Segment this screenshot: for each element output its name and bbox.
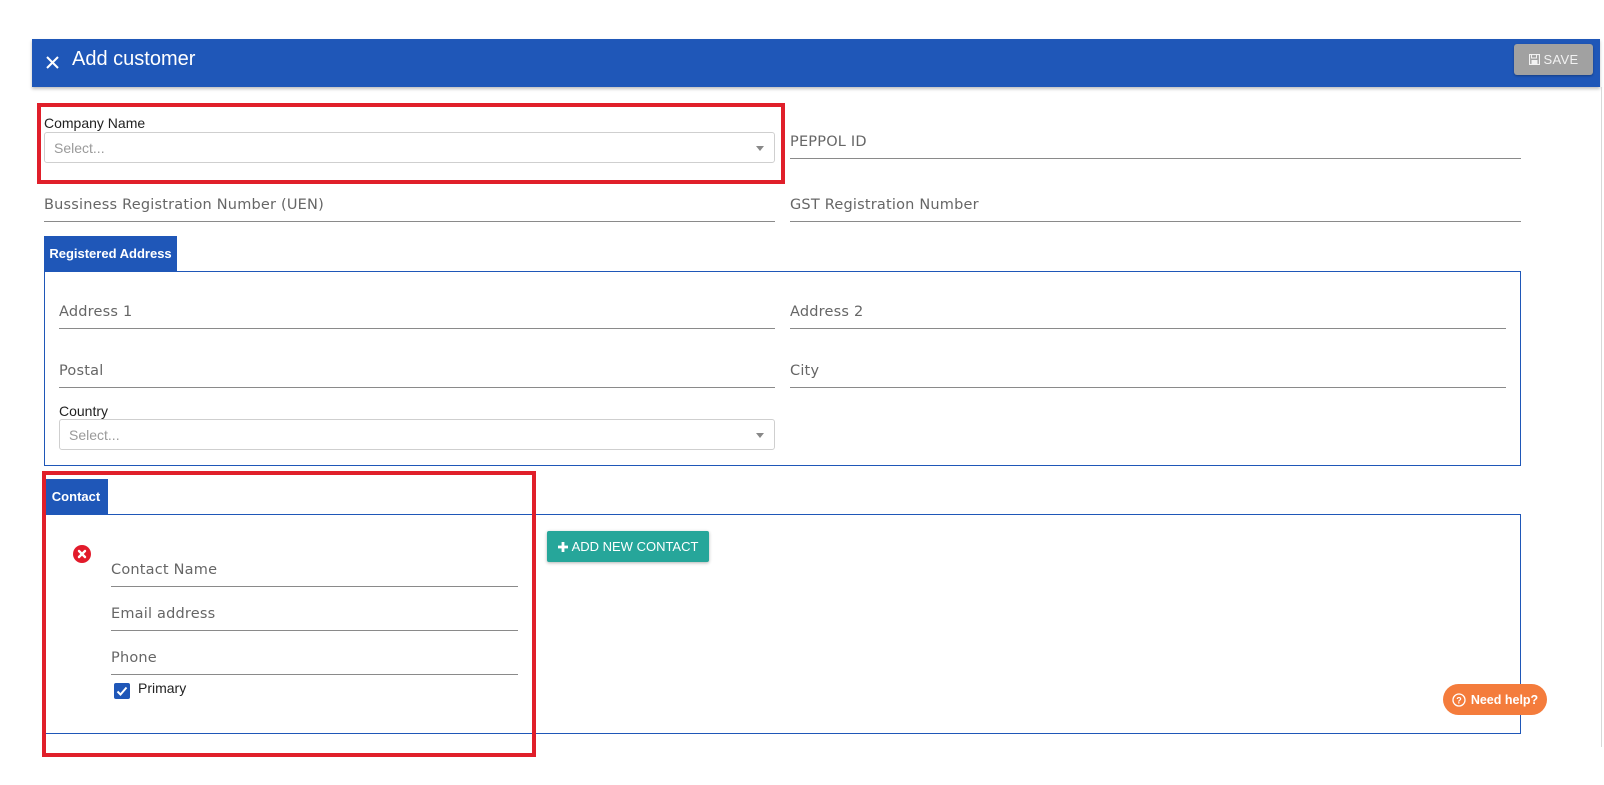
country-label: Country	[59, 403, 109, 419]
contact-highlight	[42, 471, 536, 757]
need-help-label: Need help?	[1470, 692, 1539, 707]
add-new-contact-label: ADD NEW CONTACT	[571, 539, 699, 554]
add-new-contact-button[interactable]: ADD NEW CONTACT	[547, 531, 709, 562]
save-button[interactable]: SAVE	[1514, 44, 1593, 75]
postal-label: Postal	[59, 363, 104, 379]
page-title: Add customer	[72, 48, 196, 70]
question-circle-icon: ?	[1452, 692, 1466, 707]
country-select[interactable]: Select...	[59, 419, 775, 450]
company-name-select[interactable]: Select...	[44, 132, 775, 163]
address1-label: Address 1	[59, 304, 133, 320]
postal-field[interactable]: Postal	[59, 359, 775, 388]
address1-field[interactable]: Address 1	[59, 300, 775, 329]
svg-text:?: ?	[1456, 695, 1462, 705]
uen-label: Bussiness Registration Number (UEN)	[44, 197, 324, 213]
close-icon[interactable]	[42, 51, 64, 73]
need-help-button[interactable]: ? Need help?	[1443, 684, 1547, 715]
peppol-id-label: PEPPOL ID	[790, 134, 867, 150]
gst-label: GST Registration Number	[790, 197, 979, 213]
registered-address-tab: Registered Address	[44, 236, 177, 271]
address2-label: Address 2	[790, 304, 864, 320]
plus-icon	[557, 541, 568, 552]
header-bar: Add customer SAVE	[32, 39, 1600, 87]
city-field[interactable]: City	[790, 359, 1506, 388]
address2-field[interactable]: Address 2	[790, 300, 1506, 329]
chevron-down-icon	[756, 433, 764, 438]
gst-field[interactable]: GST Registration Number	[790, 193, 1521, 222]
city-label: City	[790, 363, 820, 379]
company-name-placeholder: Select...	[54, 140, 105, 156]
uen-field[interactable]: Bussiness Registration Number (UEN)	[44, 193, 775, 222]
peppol-id-field[interactable]: PEPPOL ID	[790, 130, 1521, 159]
chevron-down-icon	[756, 146, 764, 151]
scrollbar-track	[1601, 87, 1602, 747]
floppy-disk-icon	[1528, 54, 1540, 65]
save-button-label: SAVE	[1543, 52, 1579, 67]
company-name-label: Company Name	[44, 115, 146, 131]
country-placeholder: Select...	[69, 427, 120, 443]
